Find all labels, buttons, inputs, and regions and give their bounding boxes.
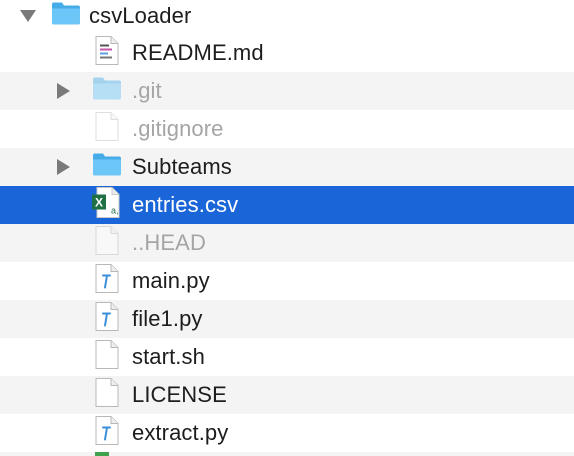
markdown-file-icon bbox=[95, 36, 119, 71]
tree-row-file1-py[interactable]: file1.py bbox=[0, 300, 574, 338]
file-label: LICENSE bbox=[132, 382, 227, 407]
folder-icon bbox=[92, 77, 122, 106]
file-icon bbox=[95, 226, 119, 261]
python-file-icon bbox=[95, 264, 119, 299]
file-icon bbox=[95, 340, 119, 375]
disclosure-triangle-collapsed-icon[interactable] bbox=[57, 83, 70, 99]
file-label: README.md bbox=[132, 40, 264, 65]
folder-label: Subteams bbox=[132, 154, 232, 179]
file-icon bbox=[95, 452, 109, 456]
file-label: start.sh bbox=[132, 344, 205, 369]
disclosure-triangle-collapsed-icon[interactable] bbox=[57, 159, 70, 175]
svg-text:a,: a, bbox=[111, 206, 119, 216]
tree-row-head[interactable]: ..HEAD bbox=[0, 224, 574, 262]
python-file-icon bbox=[95, 416, 119, 451]
file-label: extract.py bbox=[132, 420, 229, 445]
folder-label: csvLoader bbox=[89, 3, 192, 28]
folder-icon bbox=[92, 153, 122, 182]
tree-row-main-py[interactable]: main.py bbox=[0, 262, 574, 300]
tree-row-readme[interactable]: README.md bbox=[0, 34, 574, 72]
svg-text:X: X bbox=[95, 196, 103, 210]
file-label: file1.py bbox=[132, 306, 203, 331]
excel-csv-file-icon: X a, bbox=[92, 187, 120, 224]
file-icon bbox=[95, 112, 119, 147]
python-file-icon bbox=[95, 302, 119, 337]
disclosure-triangle-expanded-icon[interactable] bbox=[20, 10, 36, 22]
tree-row-entries-csv[interactable]: X a, entries.csv bbox=[0, 186, 574, 224]
tree-row-extract-py[interactable]: extract.py bbox=[0, 414, 574, 452]
folder-label: .git bbox=[132, 78, 162, 103]
tree-row-git[interactable]: .git bbox=[0, 72, 574, 110]
file-label: ..HEAD bbox=[132, 230, 206, 255]
tree-row-gitignore[interactable]: .gitignore bbox=[0, 110, 574, 148]
folder-icon bbox=[51, 2, 81, 31]
tree-row-partial[interactable] bbox=[0, 452, 574, 456]
tree-row-license[interactable]: LICENSE bbox=[0, 376, 574, 414]
tree-row-subteams[interactable]: Subteams bbox=[0, 148, 574, 186]
file-label: main.py bbox=[132, 268, 210, 293]
tree-row-start-sh[interactable]: start.sh bbox=[0, 338, 574, 376]
file-label: entries.csv bbox=[132, 192, 239, 217]
file-label: .gitignore bbox=[132, 116, 224, 141]
tree-row-csvloader[interactable]: csvLoader bbox=[0, 0, 574, 35]
file-icon bbox=[95, 378, 119, 413]
